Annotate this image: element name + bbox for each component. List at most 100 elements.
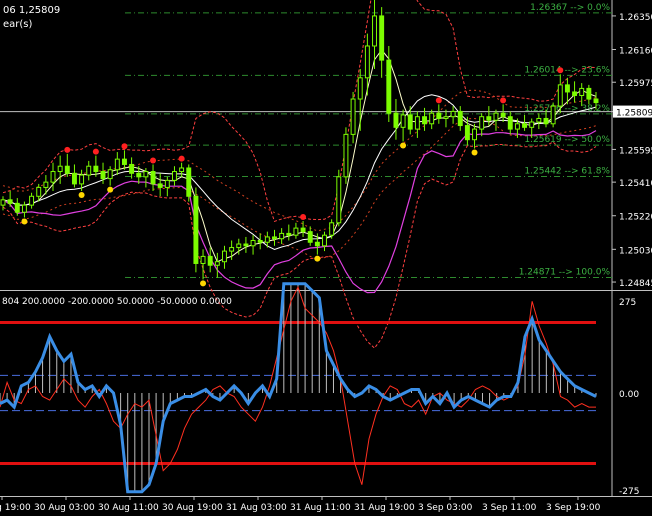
fractal-up-marker (178, 155, 185, 162)
bull-candle (229, 247, 235, 252)
time-tick-label: 3 Sep 03:00 (418, 503, 473, 513)
bull-candle (343, 133, 349, 178)
time-tick-label: 30 Aug 19:00 (162, 503, 223, 513)
bear-candle (522, 123, 528, 128)
trading-chart[interactable]: 1.26367 --> 0.0% 1.26014 --> 23.6% 1.25796… (0, 0, 652, 516)
fib-level-label: 1.25619 --> 50.0% (524, 135, 610, 145)
current-price-label: 1.25809 (616, 109, 652, 119)
bull-candle (86, 165, 92, 176)
fractal-up-marker (557, 67, 564, 74)
time-tick-label: 31 Aug 19:00 (354, 503, 415, 513)
bull-candle (50, 171, 56, 183)
fractal-up-marker (435, 97, 442, 104)
bear-candle (307, 231, 313, 243)
chart-title: 06 1,25809 (3, 5, 60, 16)
price-tick-label: 1.25595 (619, 146, 652, 156)
oscillator-tick-label: -275 (619, 487, 639, 497)
bull-candle (472, 128, 478, 141)
bull-candle (364, 45, 370, 79)
fractal-up-marker (300, 214, 307, 221)
time-tick-label: 30 Aug 03:00 (34, 503, 95, 513)
bear-candle (593, 98, 599, 104)
bear-candle (564, 84, 570, 93)
bull-candle (21, 204, 27, 213)
fib-level-label: 1.25442 --> 61.8% (524, 166, 610, 176)
bull-candle (264, 236, 270, 243)
price-tick-label: 1.25030 (619, 246, 652, 256)
chart-subtitle: ear(s) (3, 19, 33, 30)
bear-candle (121, 158, 127, 165)
bull-candle (79, 174, 85, 185)
bear-candle (436, 112, 442, 119)
bull-candle (443, 116, 449, 119)
fib-level-label: 1.26014 --> 23.6% (524, 65, 610, 75)
bear-candle (286, 232, 292, 236)
bear-candle (186, 167, 192, 197)
fractal-up-marker (150, 157, 157, 164)
bull-candle (329, 222, 335, 236)
bull-candle (322, 234, 327, 247)
oscillator-title: 804 200.0000 -200.0000 50.0000 -50.0000 … (2, 297, 232, 307)
bull-candle (514, 123, 520, 130)
price-tick-label: 1.26160 (619, 47, 652, 57)
price-tick-label: 1.24845 (619, 279, 652, 289)
time-tick-label: 29 Aug 19:00 (0, 503, 31, 513)
bull-candle (114, 158, 120, 171)
fractal-up-marker (500, 97, 507, 104)
price-tick-label: 1.25410 (619, 179, 652, 189)
bull-candle (579, 87, 585, 96)
bull-candle (536, 117, 542, 123)
bull-candle (450, 110, 456, 118)
bull-candle (429, 112, 435, 125)
bull-candle (557, 84, 563, 107)
bull-candle (236, 243, 242, 249)
time-tick-label: 3 Sep 19:00 (546, 503, 601, 513)
bull-candle (107, 169, 113, 180)
fractal-down-marker (107, 186, 114, 193)
bull-candle (164, 179, 170, 188)
bear-candle (407, 114, 413, 130)
bear-candle (129, 163, 135, 174)
fractal-down-marker (314, 255, 321, 262)
bear-candle (422, 116, 427, 125)
bear-candle (136, 172, 142, 178)
bear-candle (7, 199, 13, 204)
bull-candle (222, 250, 227, 263)
fractal-up-marker (92, 148, 99, 155)
bull-candle (529, 121, 535, 128)
fib-level-label: 1.24871 --> 100.0% (519, 267, 611, 277)
bear-candle (393, 112, 399, 128)
bull-candle (372, 15, 377, 47)
bear-candle (500, 112, 506, 118)
oscillator-tick-label: 275 (619, 298, 636, 308)
fractal-up-marker (64, 146, 71, 153)
price-tick-label: 1.25975 (619, 79, 652, 89)
bear-candle (100, 171, 106, 180)
bull-candle (479, 116, 485, 130)
bull-candle (550, 105, 556, 125)
bear-candle (386, 59, 392, 114)
oscillator-tick-label: 0.00 (619, 390, 639, 400)
bear-candle (507, 116, 513, 130)
bull-candle (0, 199, 6, 206)
bear-candle (64, 165, 70, 174)
bull-candle (179, 167, 185, 173)
bull-candle (293, 227, 299, 236)
bull-candle (279, 232, 285, 240)
bull-candle (400, 114, 406, 128)
price-tick-label: 1.26350 (619, 13, 652, 23)
fib-level-label: 1.25796 --> 38.2% (524, 104, 610, 114)
bear-candle (157, 183, 163, 188)
fractal-down-marker (78, 191, 85, 198)
bear-candle (486, 116, 492, 121)
bear-candle (14, 202, 20, 213)
bear-candle (314, 241, 320, 247)
fractal-down-marker (21, 218, 28, 225)
bear-candle (207, 255, 213, 266)
fractal-down-marker (200, 280, 207, 287)
bull-candle (336, 176, 342, 224)
bear-candle (543, 117, 549, 125)
bear-candle (193, 195, 199, 264)
bear-candle (257, 239, 263, 243)
bull-candle (350, 98, 356, 135)
